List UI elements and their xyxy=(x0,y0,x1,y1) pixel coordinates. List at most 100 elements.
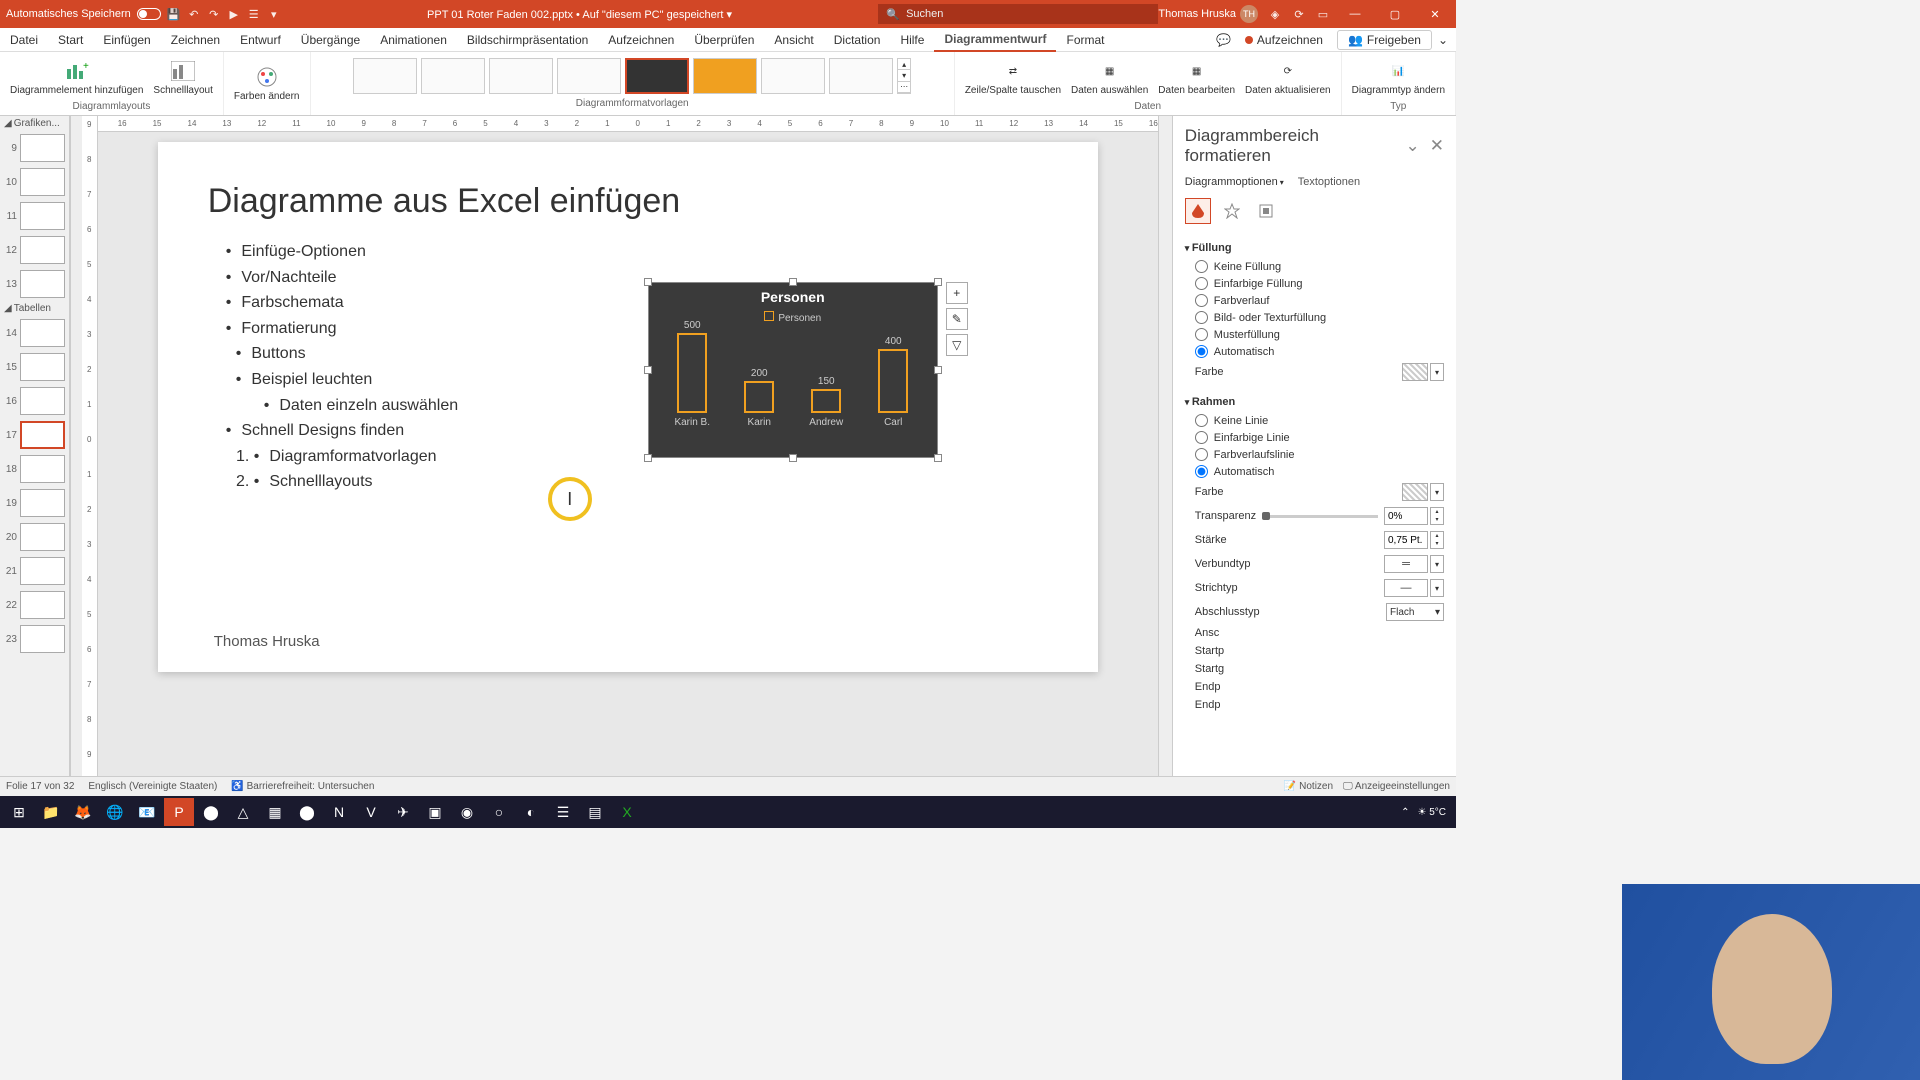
fill-section-header[interactable]: Füllung xyxy=(1185,238,1444,258)
chart-style-1[interactable] xyxy=(353,58,417,94)
border-color-swatch[interactable] xyxy=(1402,483,1428,501)
add-chart-element-button[interactable]: + Diagrammelement hinzufügen xyxy=(6,57,147,98)
menu-diagrammentwurf[interactable]: Diagrammentwurf xyxy=(934,28,1056,52)
chart-style-3[interactable] xyxy=(489,58,553,94)
close-button[interactable]: ✕ xyxy=(1420,0,1450,28)
taskbar-app5[interactable]: ○ xyxy=(484,798,514,826)
notes-button[interactable]: 📝 Notizen xyxy=(1284,781,1333,792)
maximize-button[interactable]: ▢ xyxy=(1380,0,1410,28)
border-section-header[interactable]: Rahmen xyxy=(1185,392,1444,412)
taskbar-powerpoint[interactable]: P xyxy=(164,798,194,826)
thumb-9[interactable]: 9 xyxy=(0,131,69,165)
chart-style-8[interactable] xyxy=(829,58,893,94)
slide-title[interactable]: Diagramme aus Excel einfügen xyxy=(208,182,1048,221)
thumb-19[interactable]: 19 xyxy=(0,486,69,520)
border-color-dropdown[interactable]: ▾ xyxy=(1430,483,1444,501)
taskbar-app4[interactable]: ▣ xyxy=(420,798,450,826)
taskbar-excel[interactable]: X xyxy=(612,798,642,826)
thumb-20[interactable]: 20 xyxy=(0,520,69,554)
ribbon-collapse-icon[interactable]: ⌄ xyxy=(1438,33,1448,47)
border-solid[interactable]: Einfarbige Linie xyxy=(1185,429,1444,446)
dash-type-select[interactable]: — xyxy=(1384,579,1428,597)
fill-gradient[interactable]: Farbverlauf xyxy=(1185,292,1444,309)
menu-ubergange[interactable]: Übergänge xyxy=(291,29,370,51)
menu-uberprufen[interactable]: Überprüfen xyxy=(684,29,764,51)
transparency-input[interactable] xyxy=(1384,507,1428,525)
width-spinner[interactable]: ▴▾ xyxy=(1430,531,1444,549)
menu-animationen[interactable]: Animationen xyxy=(370,29,457,51)
weather-widget[interactable]: ☀ 5°C xyxy=(1417,807,1446,818)
fill-picture[interactable]: Bild- oder Texturfüllung xyxy=(1185,309,1444,326)
chart-filters-button[interactable]: ▽ xyxy=(946,334,968,356)
resize-handle[interactable] xyxy=(644,366,652,374)
slide-counter[interactable]: Folie 17 von 32 xyxy=(6,781,74,792)
tray-expand-icon[interactable]: ⌃ xyxy=(1401,807,1409,818)
thumb-scrollbar[interactable] xyxy=(70,116,82,776)
panel-options-icon[interactable]: ⌄ xyxy=(1405,136,1419,156)
resize-handle[interactable] xyxy=(644,454,652,462)
thumb-12[interactable]: 12 xyxy=(0,233,69,267)
slideshow-icon[interactable]: ▶ xyxy=(227,7,241,21)
taskbar-onenote[interactable]: N xyxy=(324,798,354,826)
fill-color-dropdown[interactable]: ▾ xyxy=(1430,363,1444,381)
taskbar-vlc[interactable]: △ xyxy=(228,798,258,826)
taskbar-app[interactable]: ⬤ xyxy=(196,798,226,826)
thumb-18[interactable]: 18 xyxy=(0,452,69,486)
taskbar-firefox[interactable]: 🦊 xyxy=(68,798,98,826)
chart-styles-button[interactable]: ✎ xyxy=(946,308,968,330)
resize-handle[interactable] xyxy=(789,278,797,286)
refresh-data-button[interactable]: ⟳Daten aktualisieren xyxy=(1241,57,1335,98)
chart-style-7[interactable] xyxy=(761,58,825,94)
border-gradient[interactable]: Farbverlaufslinie xyxy=(1185,446,1444,463)
thumb-13[interactable]: 13 xyxy=(0,267,69,301)
fill-color-swatch[interactable] xyxy=(1402,363,1428,381)
menu-datei[interactable]: Datei xyxy=(0,29,48,51)
quick-layout-button[interactable]: Schnelllayout xyxy=(149,57,216,98)
menu-entwurf[interactable]: Entwurf xyxy=(230,29,291,51)
fill-line-icon[interactable] xyxy=(1185,198,1211,224)
menu-einfugen[interactable]: Einfügen xyxy=(93,29,160,51)
select-data-button[interactable]: ▦Daten auswählen xyxy=(1067,57,1152,98)
menu-ansicht[interactable]: Ansicht xyxy=(764,29,823,51)
diamond-icon[interactable]: ◈ xyxy=(1268,7,1282,21)
language-status[interactable]: Englisch (Vereinigte Staaten) xyxy=(88,781,217,792)
tab-text-options[interactable]: Textoptionen xyxy=(1298,176,1360,188)
taskbar-chrome[interactable]: 🌐 xyxy=(100,798,130,826)
fill-none[interactable]: Keine Füllung xyxy=(1185,258,1444,275)
menu-start[interactable]: Start xyxy=(48,29,93,51)
record-button[interactable]: Aufzeichnen xyxy=(1237,30,1331,50)
taskbar-app8[interactable]: ▤ xyxy=(580,798,610,826)
undo-icon[interactable]: ↶ xyxy=(187,7,201,21)
autosave-toggle[interactable] xyxy=(137,8,161,20)
sync-icon[interactable]: ⟳ xyxy=(1292,7,1306,21)
chart-object[interactable]: Personen Personen 500Karin B.200Karin150… xyxy=(648,282,938,458)
size-props-icon[interactable] xyxy=(1253,198,1279,224)
panel-close-icon[interactable]: ✕ xyxy=(1430,136,1444,156)
taskbar-app3[interactable]: ⬤ xyxy=(292,798,322,826)
window-icon[interactable]: ▭ xyxy=(1316,7,1330,21)
touch-icon[interactable]: ☰ xyxy=(247,7,261,21)
resize-handle[interactable] xyxy=(644,278,652,286)
resize-handle[interactable] xyxy=(789,454,797,462)
border-auto[interactable]: Automatisch xyxy=(1185,463,1444,480)
taskbar-obs[interactable]: ◉ xyxy=(452,798,482,826)
menu-dictation[interactable]: Dictation xyxy=(824,29,891,51)
border-none[interactable]: Keine Linie xyxy=(1185,412,1444,429)
chart-title[interactable]: Personen xyxy=(649,283,937,311)
resize-handle[interactable] xyxy=(934,278,942,286)
slide-canvas[interactable]: Diagramme aus Excel einfügen Einfüge-Opt… xyxy=(158,142,1098,672)
resize-handle[interactable] xyxy=(934,454,942,462)
edit-data-button[interactable]: ▦Daten bearbeiten xyxy=(1154,57,1239,98)
transparency-slider[interactable] xyxy=(1262,515,1378,518)
thumb-21[interactable]: 21 xyxy=(0,554,69,588)
menu-hilfe[interactable]: Hilfe xyxy=(890,29,934,51)
chart-elements-button[interactable]: + xyxy=(946,282,968,304)
style-gallery-more[interactable]: ▴▾⋯ xyxy=(897,58,911,94)
cap-type-select[interactable]: Flach▾ xyxy=(1386,603,1444,621)
menu-format[interactable]: Format xyxy=(1056,29,1114,51)
chart-style-5[interactable] xyxy=(625,58,689,94)
save-icon[interactable]: 💾 xyxy=(167,7,181,21)
tab-chart-options[interactable]: Diagrammoptionen▾ xyxy=(1185,176,1284,188)
chart-style-6[interactable] xyxy=(693,58,757,94)
section-grafiken[interactable]: ◢ Grafiken... xyxy=(0,116,69,131)
